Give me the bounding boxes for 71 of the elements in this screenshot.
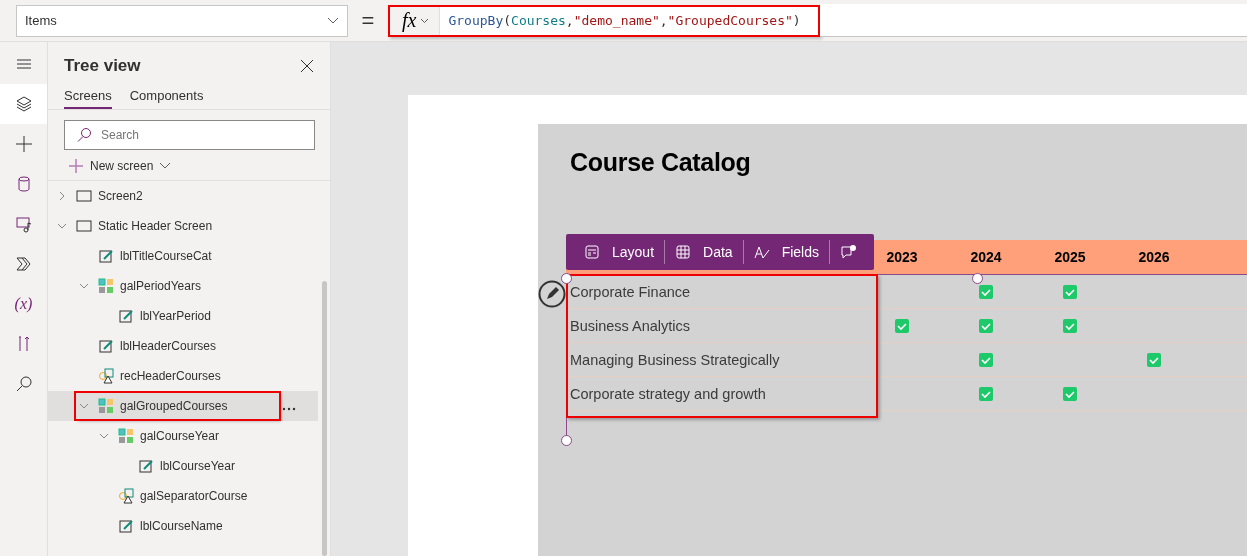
resize-handle[interactable] xyxy=(561,273,572,284)
page-title: Course Catalog xyxy=(570,148,752,178)
fields-icon xyxy=(753,244,770,260)
search-field[interactable]: Search xyxy=(64,120,315,150)
rail-button[interactable]: (x) xyxy=(0,284,47,324)
chevron-right-icon xyxy=(57,191,67,201)
year-header: 2023 xyxy=(885,249,919,265)
tree-item[interactable]: galPeriodYears xyxy=(76,273,201,299)
screen-icon xyxy=(76,218,92,234)
layout-icon xyxy=(584,244,600,260)
media-icon xyxy=(13,214,34,234)
search-icon xyxy=(76,127,92,143)
edit-label-icon xyxy=(138,458,154,474)
toolbar-button[interactable]: Fields xyxy=(743,234,829,270)
chevron-down-icon xyxy=(159,162,172,170)
year-header: 2025 xyxy=(1053,249,1087,265)
edit-label-icon xyxy=(98,338,114,354)
chevron-down-icon xyxy=(99,431,109,441)
year-header: 2024 xyxy=(969,249,1003,265)
close-icon xyxy=(300,59,314,73)
tree-item[interactable]: lblHeaderCourses xyxy=(76,333,217,359)
tree-item[interactable]: galSeparatorCourse xyxy=(96,483,248,509)
plus-icon xyxy=(13,134,34,154)
gallery-icon xyxy=(118,428,134,444)
grid-icon xyxy=(675,244,692,260)
shapes-icon xyxy=(98,368,114,384)
screen-icon xyxy=(76,188,92,204)
pencil-icon xyxy=(538,280,566,308)
course-name: Corporate Finance xyxy=(570,283,692,300)
tree-item[interactable]: lblCourseYear xyxy=(116,453,235,479)
property-dropdown[interactable]: Items xyxy=(16,4,348,37)
tree-item[interactable]: lblTitleCourseCat xyxy=(76,243,212,269)
tree-item[interactable]: recHeaderCourses xyxy=(76,363,221,389)
chevron-down-icon xyxy=(420,17,430,24)
tree-item[interactable]: lblCourseName xyxy=(96,513,223,539)
more-options-icon xyxy=(282,407,296,411)
shapes-icon xyxy=(118,488,134,504)
tree-item[interactable]: Screen2 xyxy=(54,183,143,209)
rail-button[interactable] xyxy=(0,84,47,124)
edit-label-icon xyxy=(118,308,134,324)
formula-field[interactable]: fx GroupBy(Courses,"demo_name","GroupedCourses") xyxy=(388,4,820,37)
fx-button[interactable]: fx xyxy=(390,6,441,35)
tree-item[interactable]: Static Header Screen xyxy=(54,213,213,239)
resize-handle[interactable] xyxy=(561,435,572,446)
new-screen-button[interactable]: New screen xyxy=(68,154,172,178)
tab[interactable]: Screens xyxy=(64,84,112,109)
chevron-down-icon xyxy=(79,401,89,411)
gallery-icon xyxy=(98,398,114,414)
edit-label-icon xyxy=(118,518,134,534)
course-name: Managing Business Strategically xyxy=(570,351,781,368)
course-name: Business Analytics xyxy=(570,317,692,334)
chevron-down-icon xyxy=(79,281,89,291)
gallery-frame[interactable]: Corporate Finance Business Analytics Managing Business Strategically Corporate strategy and growth xyxy=(566,274,1247,445)
toolbar-button[interactable]: Data xyxy=(665,234,743,270)
tab[interactable]: Components xyxy=(129,84,204,109)
scrollbar[interactable] xyxy=(322,281,327,556)
resize-handle[interactable] xyxy=(972,273,983,284)
gallery-icon xyxy=(98,278,114,294)
panel-title: Tree view xyxy=(64,56,141,76)
edit-label-icon xyxy=(98,248,114,264)
tree-item[interactable]: galCourseYear xyxy=(96,423,219,449)
variable-glyph: (x) xyxy=(14,295,33,313)
course-name: Corporate strategy and growth xyxy=(570,385,767,402)
tree-item[interactable]: lblYearPeriod xyxy=(96,303,211,329)
year-header: 2026 xyxy=(1137,249,1171,265)
plus-icon xyxy=(68,158,84,174)
add-comment-icon xyxy=(840,244,856,260)
toolbar-button[interactable]: Layout xyxy=(574,234,665,270)
chevron-down-icon xyxy=(57,221,67,231)
chevron-down-icon xyxy=(327,16,339,25)
equals-sign: = xyxy=(360,7,376,34)
